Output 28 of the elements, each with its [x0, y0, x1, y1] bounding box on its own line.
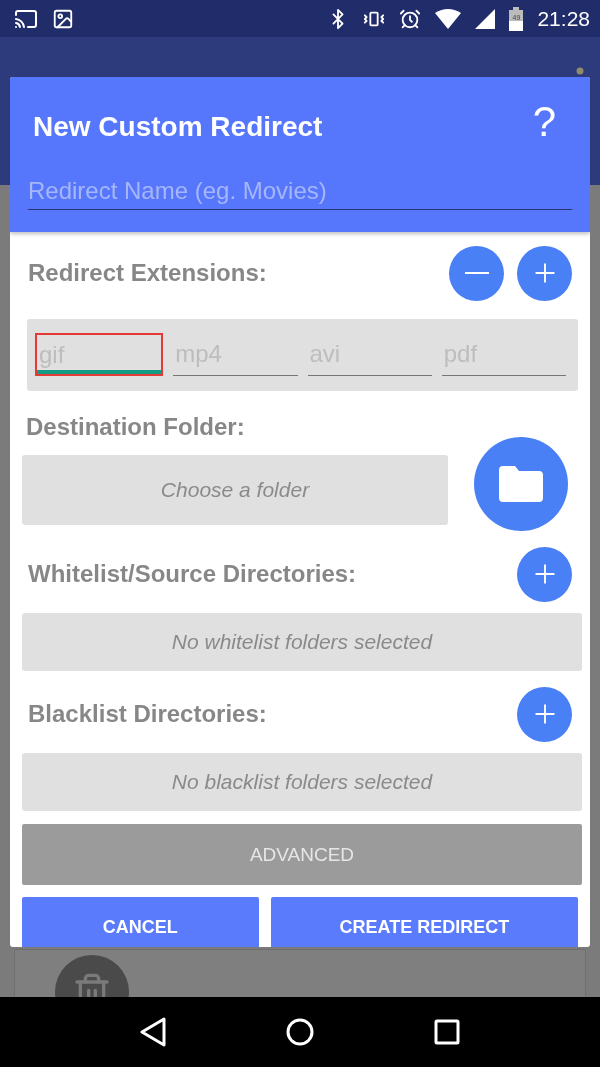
home-icon[interactable]: [286, 1018, 314, 1046]
recents-icon[interactable]: [434, 1019, 460, 1045]
wifi-icon: [435, 8, 462, 29]
back-icon[interactable]: [140, 1017, 166, 1047]
create-button[interactable]: CREATE REDIRECT: [270, 897, 578, 947]
cancel-button[interactable]: CANCEL: [22, 897, 259, 947]
image-icon: [52, 7, 74, 30]
add-button[interactable]: [517, 686, 572, 742]
empty-folder-list: No blacklist folders selected: [22, 753, 582, 811]
section-label: Redirect Extensions:: [28, 259, 267, 287]
dialog-title: New Custom Redirect: [33, 111, 323, 143]
remove-button[interactable]: [449, 245, 504, 301]
folder-picker[interactable]: Choose a folder: [22, 455, 448, 525]
alarm-icon: [399, 7, 422, 30]
section-label: Whitelist/Source Directories:: [28, 560, 357, 588]
minus-icon: [464, 272, 489, 274]
add-button[interactable]: [517, 245, 572, 301]
add-button[interactable]: [517, 546, 572, 602]
folder-icon: [499, 466, 543, 502]
section-label: Blacklist Directories:: [28, 700, 267, 728]
clock-time: 21:28: [537, 6, 590, 31]
battery-icon: [509, 6, 524, 31]
signal-icon: [475, 8, 496, 29]
help-button[interactable]: ?: [532, 101, 556, 143]
section-label: Destination Folder:: [25, 413, 246, 441]
empty-folder-list: No whitelist folders selected: [22, 613, 582, 671]
name-input-field[interactable]: Redirect Name (eg. Movies): [28, 177, 572, 210]
advanced-button[interactable]: ADVANCED: [22, 824, 582, 885]
